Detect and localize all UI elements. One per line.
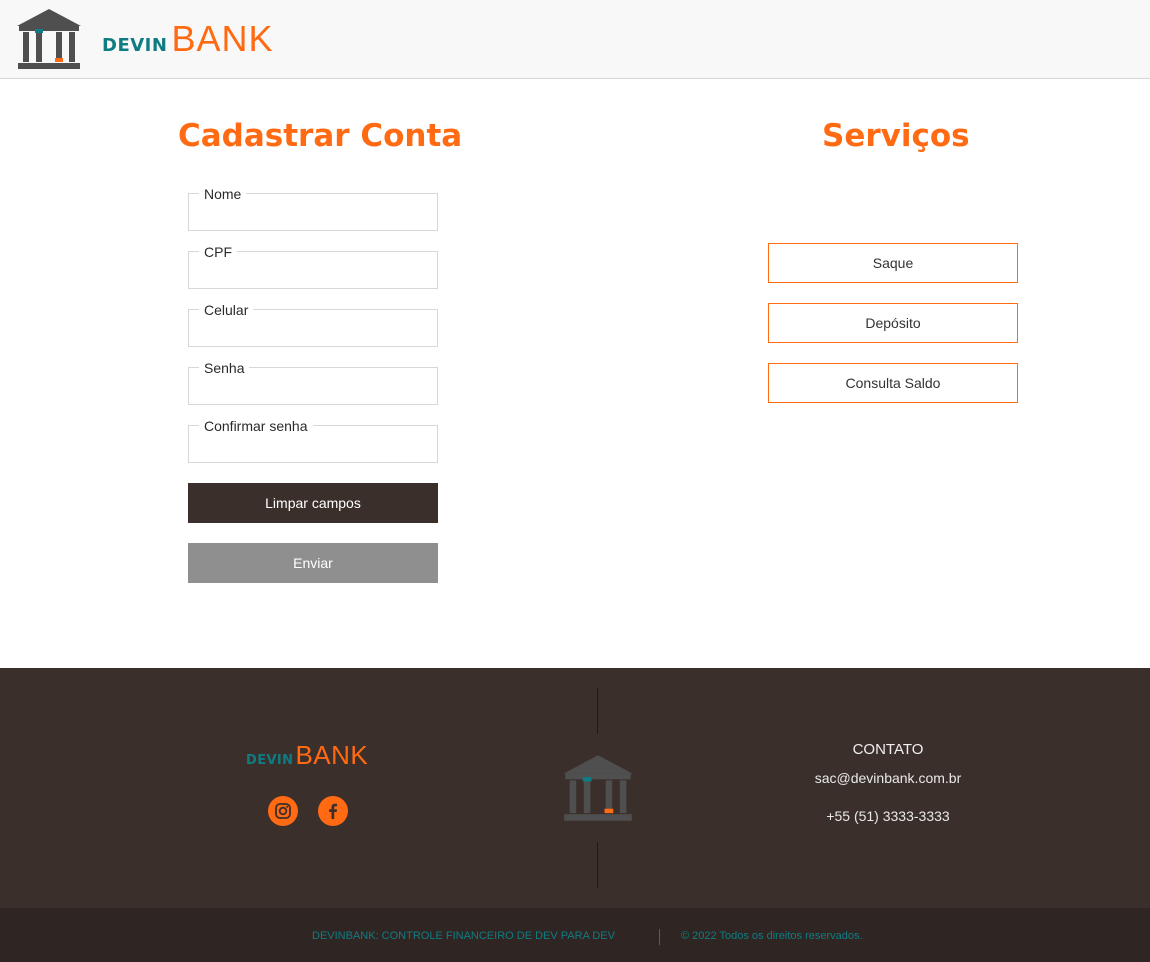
name-field[interactable]: Nome [188, 185, 438, 231]
withdraw-button[interactable]: Saque [768, 243, 1018, 283]
footer-copyright: © 2022 Todos os direitos reservados. [681, 930, 863, 942]
brand-suffix: BANK [171, 18, 274, 59]
contact-phone[interactable]: +55 (51) 3333-3333 [768, 808, 1008, 824]
contact-title: CONTATO [852, 741, 924, 758]
footer-divider-top [597, 688, 598, 734]
register-title: Cadastrar Conta [178, 118, 463, 154]
bottom-separator [659, 929, 660, 945]
cpf-input[interactable] [189, 252, 437, 288]
brand-logo[interactable]: DEVIN BANK [102, 18, 274, 59]
instagram-icon[interactable] [268, 796, 298, 826]
footer-brand-suffix: BANK [295, 740, 369, 770]
confirm-password-input[interactable] [189, 426, 437, 462]
submit-button[interactable]: Enviar [188, 543, 438, 583]
facebook-icon[interactable] [318, 796, 348, 826]
footer-divider-bottom [597, 842, 598, 888]
check-balance-button[interactable]: Consulta Saldo [768, 363, 1018, 403]
services-title: Serviços [822, 118, 970, 154]
phone-input[interactable] [189, 310, 437, 346]
confirm-password-field[interactable]: Confirmar senha [188, 417, 438, 463]
brand-prefix: DEVIN [102, 35, 168, 56]
bank-building-icon[interactable] [16, 8, 82, 70]
footer-tagline: DEVINBANK: CONTROLE FINANCEIRO DE DEV PA… [312, 930, 615, 942]
deposit-button[interactable]: Depósito [768, 303, 1018, 343]
clear-fields-button[interactable]: Limpar campos [188, 483, 438, 523]
password-input[interactable] [189, 368, 437, 404]
contact-email[interactable]: sac@devinbank.com.br [768, 770, 1008, 786]
password-field[interactable]: Senha [188, 359, 438, 405]
cpf-field[interactable]: CPF [188, 243, 438, 289]
bank-building-icon [562, 754, 634, 822]
phone-field[interactable]: Celular [188, 301, 438, 347]
name-input[interactable] [189, 194, 437, 230]
footer-brand-logo: DEVINBANK [246, 740, 368, 771]
header: DEVIN BANK [0, 0, 1150, 79]
footer-brand-prefix: DEVIN [246, 753, 294, 768]
